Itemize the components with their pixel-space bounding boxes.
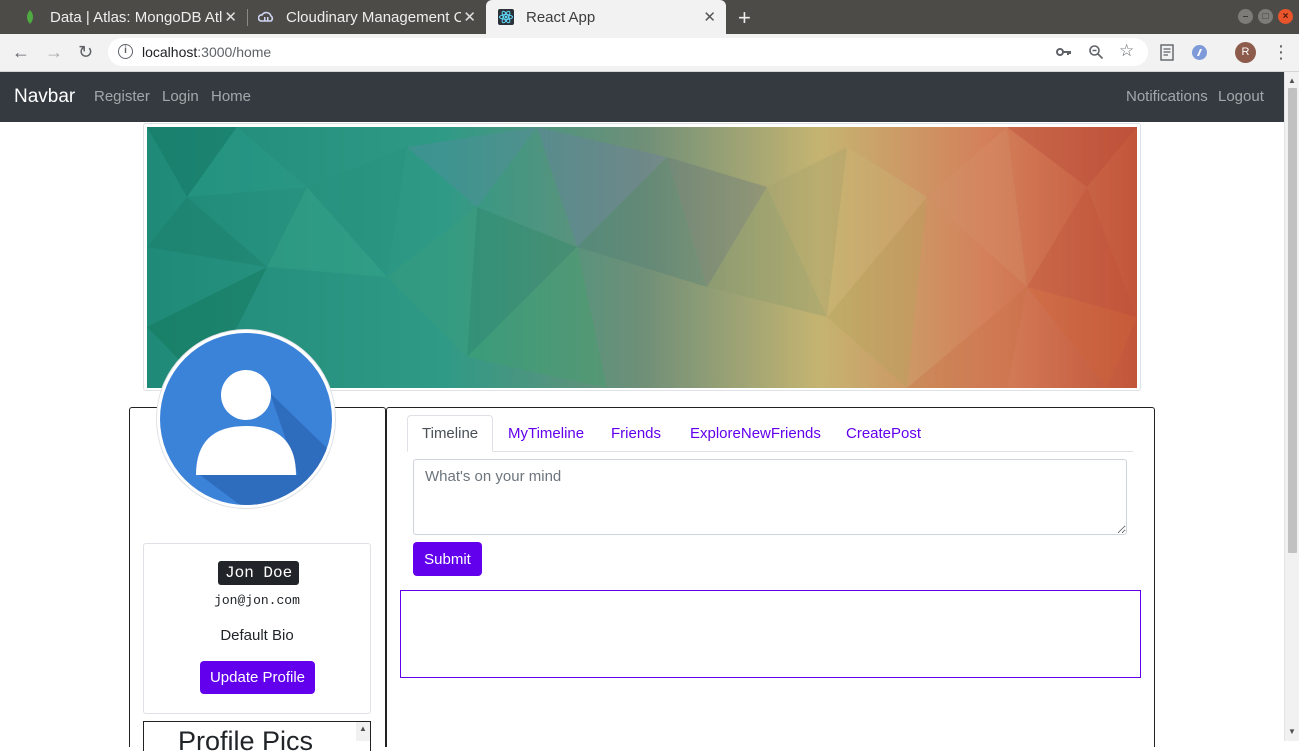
site-info-icon[interactable]: i [118, 44, 133, 59]
tab-createpost[interactable]: CreatePost [831, 415, 936, 452]
nav-link-home[interactable]: Home [211, 88, 251, 105]
zoom-icon[interactable] [1088, 44, 1104, 60]
browser-tab-mongodb[interactable]: Data | Atlas: MongoDB Atlas ✕ [22, 0, 247, 34]
close-icon[interactable]: ✕ [463, 8, 476, 26]
nav-link-notifications[interactable]: Notifications [1126, 88, 1208, 105]
tab-title: Cloudinary Management Console [286, 8, 461, 26]
profile-avatar[interactable]: R [1235, 42, 1256, 63]
nav-link-login[interactable]: Login [162, 88, 199, 105]
browser-toolbar: ← → ↻ i localhost:3000/home ☆ R ⋮ [0, 34, 1299, 72]
timeline-feed-container [400, 590, 1141, 678]
cloudinary-cloud-icon [258, 11, 274, 22]
browser-tab-cloudinary[interactable]: Cloudinary Management Console ✕ [258, 0, 486, 34]
submit-post-button[interactable]: Submit [413, 542, 482, 576]
scroll-up-icon[interactable]: ▲ [1288, 76, 1296, 85]
extension-circle-icon[interactable] [1191, 44, 1208, 61]
app-navbar: Navbar Register Login Home Notifications… [0, 72, 1284, 122]
scrollbar-thumb[interactable] [1288, 88, 1297, 553]
browser-tab-strip: Data | Atlas: MongoDB Atlas ✕ Cloudinary… [0, 0, 1299, 34]
navbar-brand[interactable]: Navbar [14, 86, 75, 108]
menu-kebab-icon[interactable]: ⋮ [1272, 42, 1290, 62]
nav-link-logout[interactable]: Logout [1218, 88, 1264, 105]
profile-picture[interactable] [156, 329, 336, 509]
key-icon[interactable] [1056, 45, 1072, 59]
post-textarea[interactable] [413, 459, 1127, 535]
tab-explorenewfriends[interactable]: ExploreNewFriends [675, 415, 836, 452]
address-bar[interactable]: i localhost:3000/home ☆ [108, 38, 1148, 66]
close-icon[interactable]: ✕ [224, 8, 237, 26]
new-tab-button[interactable]: + [738, 5, 751, 31]
content-card [386, 407, 1155, 747]
tab-title: Data | Atlas: MongoDB Atlas [50, 8, 222, 26]
minimize-window-icon[interactable]: – [1238, 9, 1253, 24]
profile-pics-card: Profile Pics [143, 721, 371, 751]
url-path: :3000/home [197, 44, 272, 60]
tab-friends[interactable]: Friends [596, 415, 676, 452]
profile-pics-title: Profile Pics [178, 726, 314, 751]
nav-link-register[interactable]: Register [94, 88, 150, 105]
scroll-down-icon[interactable]: ▼ [1288, 727, 1296, 736]
profile-email: jon@jon.com [214, 593, 300, 608]
profile-pics-scrollbar[interactable]: ▲ [356, 722, 370, 741]
bookmark-star-icon[interactable]: ☆ [1119, 41, 1134, 61]
close-window-icon[interactable]: × [1278, 9, 1293, 24]
profile-bio: Default Bio [220, 627, 294, 644]
mongodb-leaf-icon [27, 10, 33, 24]
maximize-window-icon[interactable]: □ [1258, 9, 1273, 24]
url-text[interactable]: localhost:3000/home [142, 44, 271, 60]
tab-separator [247, 9, 248, 26]
profile-name: Jon Doe [218, 561, 300, 585]
react-atom-icon [498, 9, 514, 25]
reload-icon[interactable]: ↻ [78, 42, 93, 62]
back-arrow-icon[interactable]: ← [12, 42, 30, 62]
tab-mytimeline[interactable]: MyTimeline [493, 415, 599, 452]
tab-timeline[interactable]: Timeline [407, 415, 494, 452]
update-profile-button[interactable]: Update Profile [200, 661, 315, 694]
url-host: localhost [142, 44, 198, 60]
browser-tab-react-app[interactable]: React App ✕ [486, 0, 726, 34]
forward-arrow-icon[interactable]: → [45, 42, 63, 62]
extension-document-icon[interactable] [1160, 44, 1174, 61]
tab-title: React App [526, 8, 596, 26]
close-icon[interactable]: ✕ [703, 8, 716, 26]
page-scrollbar[interactable]: ▲ ▼ [1284, 72, 1299, 741]
default-avatar-icon [160, 333, 332, 505]
scroll-up-icon[interactable]: ▲ [359, 724, 367, 733]
